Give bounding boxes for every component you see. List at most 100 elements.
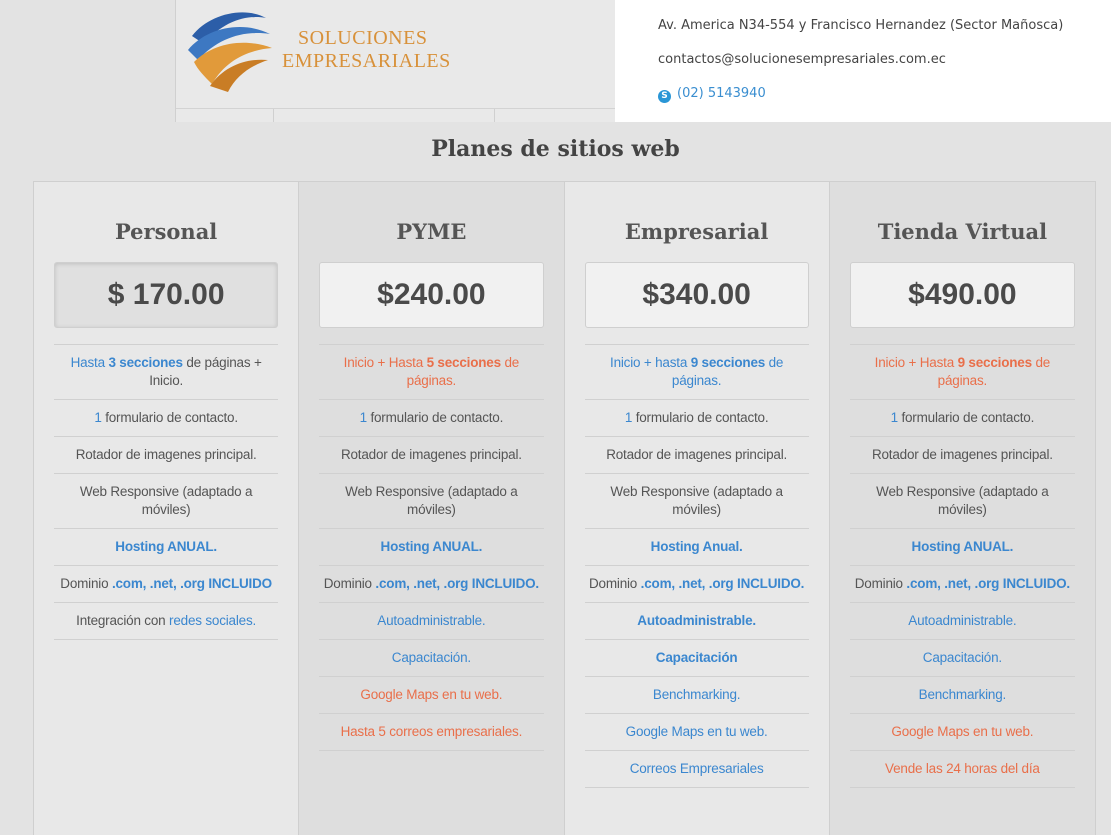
feature-text: Autoadministrable. xyxy=(908,613,1017,628)
plan-features: Inicio + Hasta 9 secciones de páginas. 1 … xyxy=(849,344,1075,788)
phone-link[interactable]: S (02) 5143940 xyxy=(658,86,766,103)
feature-text: Web Responsive (adaptado a móviles) xyxy=(876,484,1049,517)
feature-item: Hosting ANUAL. xyxy=(319,529,544,566)
feature-item: Google Maps en tu web. xyxy=(849,714,1075,751)
plan-name: Tienda Virtual xyxy=(877,219,1048,244)
plan-price: $ 170.00 xyxy=(54,262,279,328)
plan-price: $490.00 xyxy=(849,262,1075,328)
logo-wordmark[interactable]: SOLUCIONES EMPRESARIALES xyxy=(282,27,451,73)
feature-text: formulario de contacto. xyxy=(632,410,769,425)
feature-text: 9 secciones xyxy=(690,355,766,370)
feature-item: Capacitación. xyxy=(319,640,544,677)
feature-text: Correos Empresariales xyxy=(629,761,764,776)
plan-card-personal: Personal $ 170.00 Hasta 3 secciones de p… xyxy=(34,182,300,835)
header-brand-area: SOLUCIONES EMPRESARIALES xyxy=(175,0,615,122)
feature-item: Correos Empresariales xyxy=(584,751,809,788)
feature-text: Rotador de imagenes principal. xyxy=(340,447,522,462)
plan-price: $240.00 xyxy=(319,262,544,328)
feature-text: Rotador de imagenes principal. xyxy=(606,447,788,462)
feature-item: Autoadministrable. xyxy=(584,603,809,640)
feature-item: Dominio .com, .net, .org INCLUIDO. xyxy=(319,566,544,603)
feature-item: Hasta 3 secciones de páginas + Inicio. xyxy=(54,344,279,400)
feature-item: Hosting ANUAL. xyxy=(849,529,1075,566)
plan-name: Personal xyxy=(114,219,218,244)
feature-text: Integración con xyxy=(76,613,170,628)
contact-info: Av. America N34-554 y Francisco Hernande… xyxy=(615,0,1111,122)
feature-text: Capacitación. xyxy=(922,650,1002,665)
feature-item: Capacitación xyxy=(584,640,809,677)
feature-item: Autoadministrable. xyxy=(849,603,1075,640)
feature-text: Dominio xyxy=(589,576,641,591)
feature-text: .com, .net, .org INCLUIDO. xyxy=(906,576,1070,591)
feature-text: Rotador de imagenes principal. xyxy=(75,447,257,462)
feature-text: Dominio xyxy=(854,576,907,591)
feature-item: 1 formulario de contacto. xyxy=(584,400,809,437)
feature-item: Hasta 5 correos empresariales. xyxy=(319,714,544,751)
feature-item: Autoadministrable. xyxy=(319,603,544,640)
feature-item: Hosting Anual. xyxy=(584,529,809,566)
feature-item: Dominio .com, .net, .org INCLUIDO. xyxy=(849,566,1075,603)
feature-text: formulario de contacto. xyxy=(101,410,238,425)
feature-text: Benchmarking. xyxy=(918,687,1007,702)
feature-item: Dominio .com, .net, .org INCLUIDO. xyxy=(584,566,809,603)
feature-item: Google Maps en tu web. xyxy=(584,714,809,751)
skype-icon: S xyxy=(658,90,671,103)
feature-text: 3 secciones xyxy=(108,355,183,370)
feature-text: 5 secciones xyxy=(426,355,502,370)
plan-name: Empresarial xyxy=(624,219,769,244)
phone-number: (02) 5143940 xyxy=(677,86,766,101)
feature-text: Inicio + hasta xyxy=(610,355,691,370)
plan-card-empresarial: Empresarial $340.00 Inicio + hasta 9 sec… xyxy=(564,182,830,835)
nav-bar xyxy=(176,108,615,122)
plan-card-tienda-virtual: Tienda Virtual $490.00 Inicio + Hasta 9 … xyxy=(829,182,1095,835)
feature-text: Autoadministrable. xyxy=(637,613,756,628)
feature-item: Rotador de imagenes principal. xyxy=(319,437,544,474)
plan-card-pyme: PYME $240.00 Inicio + Hasta 5 secciones … xyxy=(299,182,565,835)
section-title: Planes de sitios web xyxy=(431,136,680,162)
feature-item: Benchmarking. xyxy=(849,677,1075,714)
feature-text: .com, .net, .org INCLUIDO. xyxy=(375,576,539,591)
plan-features: Inicio + Hasta 5 secciones de páginas. 1 … xyxy=(319,344,544,751)
feature-item: Rotador de imagenes principal. xyxy=(584,437,809,474)
feature-item: Web Responsive (adaptado a móviles) xyxy=(319,474,544,529)
plans-table: Personal $ 170.00 Hasta 3 secciones de p… xyxy=(33,181,1096,835)
feature-text: .com, .net, .org INCLUIDO xyxy=(111,576,272,591)
feature-item: Inicio + Hasta 9 secciones de páginas. xyxy=(849,344,1075,400)
feature-item: Rotador de imagenes principal. xyxy=(54,437,279,474)
feature-text: Google Maps en tu web. xyxy=(891,724,1034,739)
feature-item: Vende las 24 horas del día xyxy=(849,751,1075,788)
feature-item: Dominio .com, .net, .org INCLUIDO xyxy=(54,566,279,603)
feature-text: Web Responsive (adaptado a móviles) xyxy=(345,484,518,517)
feature-text: Inicio + Hasta xyxy=(343,355,427,370)
feature-text: Hasta xyxy=(70,355,109,370)
address-text: Av. America N34-554 y Francisco Hernande… xyxy=(658,18,1064,33)
feature-text: Hasta 5 correos empresariales. xyxy=(340,724,523,739)
feature-item: Inicio + hasta 9 secciones de páginas. xyxy=(584,344,809,400)
feature-text: 1 xyxy=(359,410,368,425)
feature-text: Web Responsive (adaptado a móviles) xyxy=(79,484,253,517)
feature-text: Hosting ANUAL. xyxy=(911,539,1014,554)
feature-item: 1 formulario de contacto. xyxy=(54,400,279,437)
logo-swoosh-icon[interactable] xyxy=(184,6,274,96)
plan-features: Hasta 3 secciones de páginas + Inicio. 1 … xyxy=(54,344,279,640)
feature-item: Hosting ANUAL. xyxy=(54,529,279,566)
email-link[interactable]: contactos@solucionesempresariales.com.ec xyxy=(658,52,946,67)
feature-text: Hosting ANUAL. xyxy=(380,539,483,554)
feature-item: Web Responsive (adaptado a móviles) xyxy=(54,474,279,529)
feature-text: 1 xyxy=(890,410,899,425)
feature-text: Dominio xyxy=(323,576,376,591)
feature-text: 9 secciones xyxy=(957,355,1033,370)
feature-text: formulario de contacto. xyxy=(897,410,1035,425)
feature-text: Benchmarking. xyxy=(652,687,741,702)
feature-text: Google Maps en tu web. xyxy=(360,687,503,702)
feature-text: Autoadministrable. xyxy=(377,613,486,628)
feature-item: Web Responsive (adaptado a móviles) xyxy=(849,474,1075,529)
nav-divider xyxy=(494,109,495,122)
feature-text: Capacitación xyxy=(655,650,738,665)
feature-text: Rotador de imagenes principal. xyxy=(871,447,1053,462)
feature-item: Capacitación. xyxy=(849,640,1075,677)
logo-line-2: EMPRESARIALES xyxy=(282,50,451,72)
feature-text: Vende las 24 horas del día xyxy=(885,761,1040,776)
feature-text: Capacitación. xyxy=(391,650,471,665)
feature-item: Google Maps en tu web. xyxy=(319,677,544,714)
